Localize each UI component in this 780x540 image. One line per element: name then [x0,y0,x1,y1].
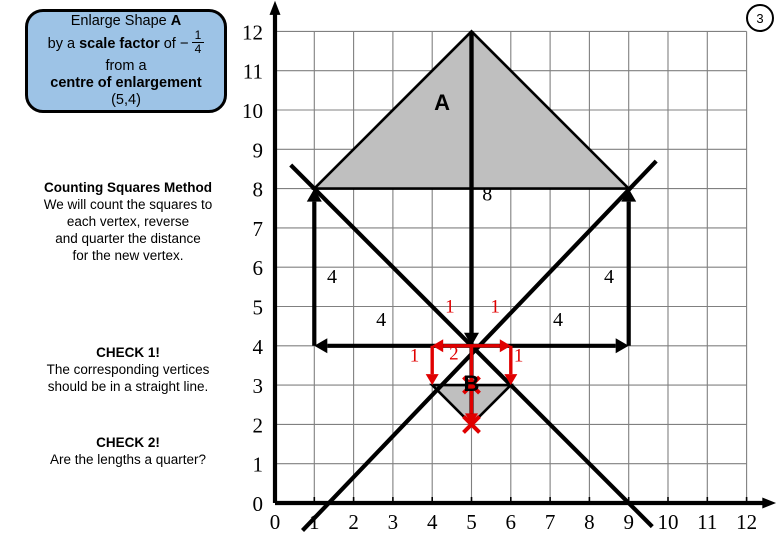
check-1-heading: CHECK 1! [96,345,160,360]
x-tick-label: 11 [697,510,717,534]
fraction-numerator: 1 [191,28,205,44]
method-line-4: for the new vertex. [72,247,184,263]
x-tick-label: 6 [506,510,517,534]
y-tick-label: 11 [243,60,263,84]
red-measure-label: 2 [449,344,459,365]
shape-label-A: A [434,90,450,115]
instruction-callout-box: Enlarge Shape A by a scale factor of − 1… [25,9,227,113]
x-tick-label: 7 [545,510,556,534]
x-tick-label: 1 [309,510,320,534]
method-line-3: and quarter the distance [55,230,201,246]
instruction-line-1: Enlarge Shape A [71,13,181,30]
check-2-heading: CHECK 2! [96,435,160,450]
check-2-line-1: Are the lengths a quarter? [49,451,207,467]
instruction-centre-term: centre of enlargement [50,75,202,91]
black-measure-label: 4 [327,266,337,288]
fraction-minus-sign: − [179,35,189,53]
axes [269,0,777,509]
check-2-block: CHECK 2! Are the lengths a quarter? [0,435,256,469]
x-tick-label: 12 [736,510,757,534]
red-measure-label: 1 [514,346,524,367]
scale-factor-fraction: − 1 4 [179,28,205,58]
check-1-line-1: The corresponding vertices [46,361,210,377]
red-measure-arrow-head [425,374,439,386]
instruction-line-2: by a scale factor of − 1 4 [47,28,205,58]
black-measure-label: 8 [482,183,492,205]
method-line-1: We will count the squares to [43,196,213,212]
instruction-centre-coordinates: (5,4) [111,92,141,109]
x-tick-label: 5 [466,510,477,534]
x-tick-label: 10 [658,510,679,534]
red-measure-label: 1 [445,296,455,317]
y-tick-label: 6 [253,256,264,280]
coordinate-grid-chart: 0 1 2 3 4 5 6 7 8 9 10 11 12 0 1 2 3 4 5 6 7 8 9 10 11 12 AB 4484… [240,0,780,540]
x-tick-label: 3 [388,510,399,534]
instruction-scale-factor-term: scale factor [79,36,160,53]
left-text-panel: Enlarge Shape A by a scale factor of − 1… [0,0,256,540]
black-measure-label: 4 [604,266,614,288]
counting-squares-method-block: Counting Squares Method We will count th… [0,180,256,264]
x-tick-label: 4 [427,510,438,534]
method-heading: Counting Squares Method [44,180,212,195]
y-tick-label: 8 [253,178,264,202]
black-measure-label: 4 [376,309,386,331]
red-measure-label: 1 [410,346,420,367]
y-tick-label: 1 [253,453,264,477]
black-measure-label: 4 [553,309,563,331]
instruction-shape-name: A [170,12,182,29]
x-tick-label: 0 [270,510,281,534]
y-tick-label: 7 [253,217,264,241]
x-tick-label: 2 [348,510,359,534]
y-axis-arrowhead [269,0,281,15]
shape-label-B: B [464,371,480,396]
instruction-line-3: from a [105,57,147,74]
y-tick-label: 4 [253,335,264,359]
x-tick-label: 8 [584,510,595,534]
x-axis-arrowhead [762,497,777,509]
y-tick-label: 0 [253,492,264,516]
instruction-line-2-suffix: of [159,36,176,53]
y-tick-label: 10 [242,99,263,123]
enlargement-diagram-svg: 0 1 2 3 4 5 6 7 8 9 10 11 120123456789101112 AB 4484… [242,0,777,534]
red-measure-label: 1 [490,296,500,317]
check-1-line-2: should be in a straight line. [47,378,209,394]
instruction-line-2-prefix: by a [47,36,80,53]
instruction-line-1-prefix: Enlarge Shape [70,12,171,29]
y-tick-label: 5 [253,296,264,320]
y-tick-label: 3 [253,374,264,398]
x-tick-label: 9 [623,510,634,534]
black-measure-arrows [306,31,637,354]
fraction-denominator: 4 [194,42,202,57]
y-tick-label: 9 [253,138,264,162]
y-tick-label: 2 [253,413,264,437]
check-1-block: CHECK 1! The corresponding vertices shou… [0,345,256,396]
method-line-2: each vertex, reverse [66,213,190,229]
y-tick-label: 12 [242,20,263,44]
